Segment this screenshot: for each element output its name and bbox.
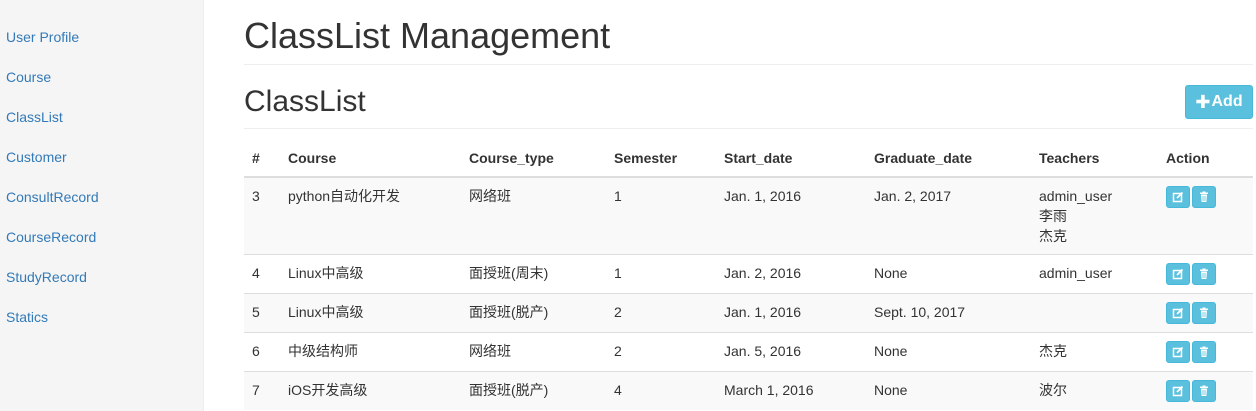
cell-start-date: Jan. 1, 2016 (716, 293, 866, 333)
cell-semester: 1 (606, 176, 716, 255)
plus-icon: ✚ (1195, 92, 1211, 112)
delete-button[interactable] (1192, 263, 1216, 285)
cell-action (1158, 293, 1253, 333)
edit-button[interactable] (1166, 302, 1190, 324)
cell-action (1158, 332, 1253, 372)
cell-course: 中级结构师 (280, 332, 461, 372)
cell-semester: 1 (606, 254, 716, 294)
cell-start-date: Jan. 5, 2016 (716, 332, 866, 372)
table-row: 3 python自动化开发 网络班 1 Jan. 1, 2016 Jan. 2, 2017… (244, 176, 1253, 255)
cell-teachers: 杰克 (1031, 332, 1158, 372)
add-button[interactable]: ✚ Add (1185, 85, 1253, 119)
cell-start-date: Jan. 1, 2016 (716, 176, 866, 255)
teacher-name: 波尔 (1039, 382, 1067, 398)
cell-semester: 4 (606, 371, 716, 410)
cell-teachers: 波尔 (1031, 371, 1158, 410)
cell-course-type: 网络班 (461, 176, 606, 255)
cell-id: 5 (244, 293, 280, 333)
col-header-semester: Semester (606, 144, 716, 178)
edit-icon (1172, 268, 1184, 280)
cell-course: iOS开发高级 (280, 371, 461, 410)
sidebar-item-consultrecord[interactable]: ConsultRecord (0, 177, 203, 217)
cell-course-type: 面授班(脱产) (461, 293, 606, 333)
sidebar-item-course[interactable]: Course (0, 57, 203, 97)
sidebar-item-customer[interactable]: Customer (0, 137, 203, 177)
teacher-name: admin_user (1039, 265, 1113, 281)
sidebar: User Profile Course ClassList Customer C… (0, 0, 204, 411)
cell-teachers: admin_user 李雨杰克 (1031, 176, 1158, 255)
cell-semester: 2 (606, 332, 716, 372)
edit-icon (1172, 307, 1184, 319)
col-header-id: # (244, 144, 280, 178)
delete-button[interactable] (1192, 380, 1216, 402)
cell-course-type: 网络班 (461, 332, 606, 372)
cell-action (1158, 176, 1253, 255)
sidebar-item-courserecord[interactable]: CourseRecord (0, 217, 203, 257)
cell-action (1158, 371, 1253, 410)
add-button-label: Add (1211, 93, 1243, 110)
cell-teachers (1031, 293, 1158, 333)
cell-graduate-date: None (866, 332, 1031, 372)
cell-graduate-date: Jan. 2, 2017 (866, 176, 1031, 255)
section-header: ClassList ✚ Add (244, 65, 1253, 129)
edit-icon (1172, 346, 1184, 358)
trash-icon (1198, 346, 1210, 358)
cell-teachers: admin_user (1031, 254, 1158, 294)
col-header-graduate-date: Graduate_date (866, 144, 1031, 178)
cell-id: 4 (244, 254, 280, 294)
edit-icon (1172, 191, 1184, 203)
sidebar-item-classlist[interactable]: ClassList (0, 97, 203, 137)
cell-course-type: 面授班(脱产) (461, 371, 606, 410)
cell-graduate-date: None (866, 371, 1031, 410)
trash-icon (1198, 268, 1210, 280)
cell-graduate-date: Sept. 10, 2017 (866, 293, 1031, 333)
cell-course-type: 面授班(周末) (461, 254, 606, 294)
edit-button[interactable] (1166, 380, 1190, 402)
cell-course: Linux中高级 (280, 293, 461, 333)
col-header-course: Course (280, 144, 461, 178)
sidebar-item-statics[interactable]: Statics (0, 297, 203, 337)
sidebar-item-user-profile[interactable]: User Profile (0, 17, 203, 57)
cell-id: 3 (244, 176, 280, 255)
cell-semester: 2 (606, 293, 716, 333)
cell-course: Linux中高级 (280, 254, 461, 294)
edit-button[interactable] (1166, 186, 1190, 208)
col-header-start-date: Start_date (716, 144, 866, 178)
section-title: ClassList (244, 85, 366, 118)
delete-button[interactable] (1192, 341, 1216, 363)
trash-icon (1198, 191, 1210, 203)
cell-action (1158, 254, 1253, 294)
cell-start-date: Jan. 2, 2016 (716, 254, 866, 294)
teacher-name: 杰克 (1039, 228, 1067, 244)
cell-id: 6 (244, 332, 280, 372)
sidebar-item-studyrecord[interactable]: StudyRecord (0, 257, 203, 297)
sidebar-nav: User Profile Course ClassList Customer C… (0, 17, 203, 337)
col-header-teachers: Teachers (1031, 144, 1158, 178)
trash-icon (1198, 307, 1210, 319)
cell-graduate-date: None (866, 254, 1031, 294)
col-header-action: Action (1158, 144, 1253, 178)
edit-button[interactable] (1166, 263, 1190, 285)
teacher-name: 杰克 (1039, 343, 1067, 359)
main-content: ClassList Management ClassList ✚ Add # C… (244, 0, 1253, 410)
teacher-name: admin_user (1039, 188, 1113, 204)
page-title: ClassList Management (244, 0, 1253, 65)
table-row: 5 Linux中高级 面授班(脱产) 2 Jan. 1, 2016 Sept. 10, 2… (244, 293, 1253, 333)
trash-icon (1198, 385, 1210, 397)
cell-id: 7 (244, 371, 280, 410)
edit-icon (1172, 385, 1184, 397)
table-row: 7 iOS开发高级 面授班(脱产) 4 March 1, 2016 None 波尔 (244, 371, 1253, 410)
delete-button[interactable] (1192, 302, 1216, 324)
edit-button[interactable] (1166, 341, 1190, 363)
teacher-name: 李雨 (1039, 208, 1067, 224)
delete-button[interactable] (1192, 186, 1216, 208)
table-row: 4 Linux中高级 面授班(周末) 1 Jan. 2, 2016 None admin_u… (244, 254, 1253, 294)
cell-start-date: March 1, 2016 (716, 371, 866, 410)
col-header-course-type: Course_type (461, 144, 606, 178)
classlist-table: # Course Course_type Semester Start_date… (244, 144, 1253, 410)
table-header-row: # Course Course_type Semester Start_date… (244, 144, 1253, 178)
cell-course: python自动化开发 (280, 176, 461, 255)
table-row: 6 中级结构师 网络班 2 Jan. 5, 2016 None 杰克 (244, 332, 1253, 372)
